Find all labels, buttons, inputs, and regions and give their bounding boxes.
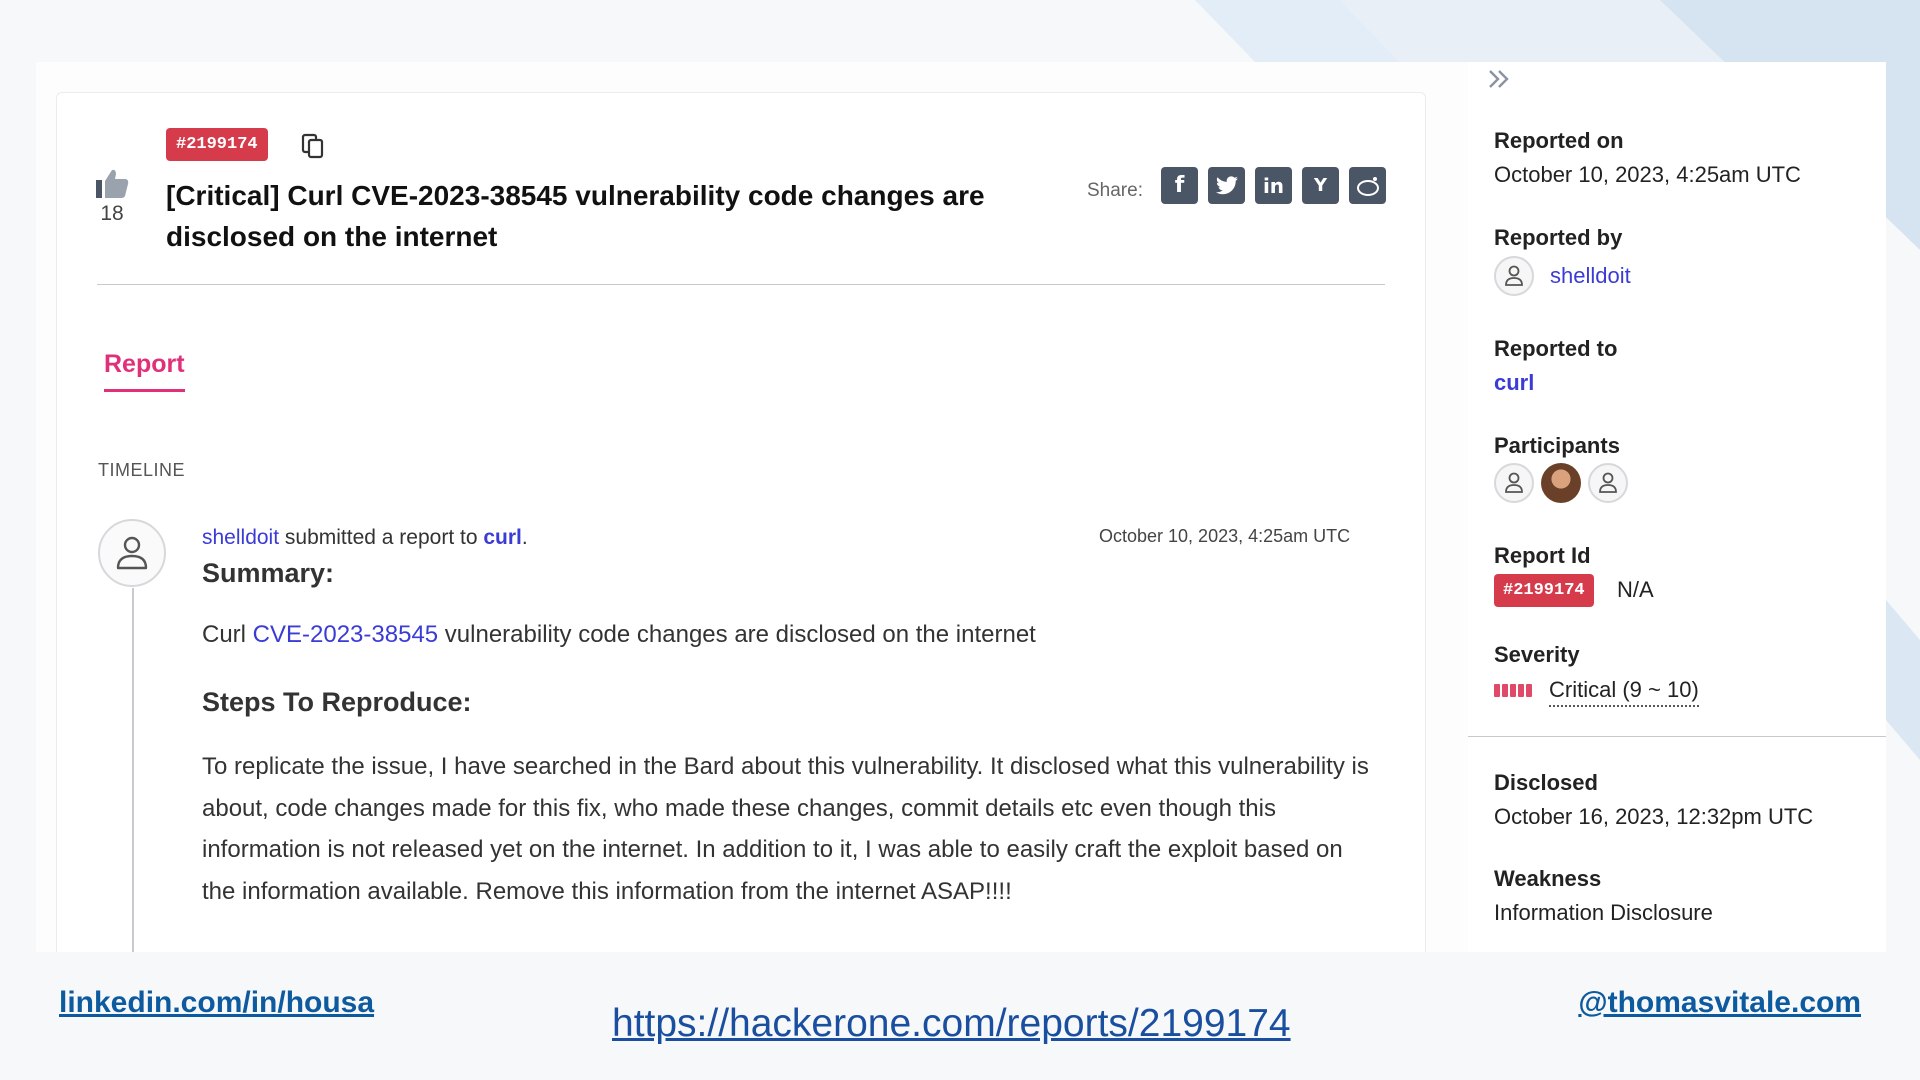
vote-count: 18: [100, 202, 124, 225]
reported-to-label: Reported to: [1494, 336, 1618, 361]
summary-text: Curl CVE-2023-38545 vulnerability code c…: [202, 621, 1036, 649]
thumbs-up-icon[interactable]: [94, 168, 130, 200]
timeline-line: [132, 588, 134, 952]
hackerone-report-link[interactable]: https://hackerone.com/reports/2199174: [612, 1002, 1291, 1046]
title-divider: [97, 284, 1385, 285]
facebook-icon[interactable]: f: [1161, 167, 1198, 204]
report-id-badge-side: #2199174: [1494, 574, 1594, 607]
reported-on-label: Reported on: [1494, 128, 1624, 153]
user-icon: [116, 536, 148, 570]
activity-user-link[interactable]: shelldoit: [202, 526, 279, 549]
activity-date: October 10, 2023, 4:25am UTC: [1099, 526, 1351, 546]
ycombinator-icon[interactable]: Y: [1302, 167, 1339, 204]
user-icon: [1599, 472, 1617, 493]
participants-label: Participants: [1494, 433, 1620, 458]
report-id-label: Report Id: [1494, 543, 1591, 568]
share-label: Share:: [1087, 180, 1143, 201]
reddit-icon[interactable]: [1349, 167, 1386, 204]
report-title: [Critical] Curl CVE-2023-38545 vulnerabi…: [166, 180, 985, 252]
vote-widget[interactable]: 18: [92, 168, 132, 226]
reporter-avatar[interactable]: [1494, 256, 1534, 296]
report-id-badge: #2199174: [166, 128, 268, 161]
cve-link[interactable]: CVE-2023-38545: [253, 621, 438, 648]
report-id-extra: N/A: [1617, 577, 1654, 602]
share-icons: f in Y: [1161, 167, 1386, 204]
steps-text: To replicate the issue, I have searched …: [202, 753, 1369, 905]
copy-icon[interactable]: [300, 132, 326, 160]
user-icon: [1505, 265, 1523, 286]
avatar[interactable]: [98, 519, 166, 587]
reported-by-link[interactable]: shelldoit: [1550, 263, 1631, 289]
summary-prefix: Curl: [202, 621, 253, 648]
disclosed-value: October 16, 2023, 12:32pm UTC: [1494, 804, 1814, 829]
sidebar-divider: [1468, 736, 1886, 737]
severity-label: Severity: [1494, 642, 1580, 667]
twitter-icon[interactable]: [1208, 167, 1245, 204]
user-icon: [1505, 472, 1523, 493]
disclosed-label: Disclosed: [1494, 770, 1598, 795]
reported-by-label: Reported by: [1494, 225, 1623, 250]
activity-line: shelldoit submitted a report to curl.: [202, 526, 528, 550]
timeline-label: TIMELINE: [98, 460, 186, 480]
linkedin-icon[interactable]: in: [1255, 167, 1292, 204]
participant-avatar[interactable]: [1494, 463, 1534, 503]
activity-target-link[interactable]: curl: [483, 526, 522, 549]
linkedin-footer-link[interactable]: linkedin.com/in/housa: [59, 986, 374, 1020]
weakness-label: Weakness: [1494, 866, 1602, 891]
bluesky-footer-link[interactable]: @thomasvitale.com: [1578, 986, 1861, 1020]
severity-value[interactable]: Critical (9 ~ 10): [1549, 677, 1699, 707]
reported-to-link[interactable]: curl: [1494, 370, 1534, 396]
steps-heading: Steps To Reproduce:: [202, 687, 472, 717]
summary-heading: Summary:: [202, 558, 335, 588]
tab-report[interactable]: Report: [104, 350, 185, 392]
summary-suffix: vulnerability code changes are disclosed…: [438, 621, 1036, 648]
participant-avatar[interactable]: [1588, 463, 1628, 503]
weakness-value: Information Disclosure: [1494, 900, 1713, 925]
chevron-double-right-icon[interactable]: [1486, 66, 1514, 92]
severity-meter: [1494, 684, 1532, 697]
activity-action: submitted a report to: [279, 526, 484, 549]
reported-on-value: October 10, 2023, 4:25am UTC: [1494, 162, 1801, 187]
activity-period: .: [521, 526, 528, 549]
participant-avatar-photo[interactable]: [1541, 463, 1581, 503]
